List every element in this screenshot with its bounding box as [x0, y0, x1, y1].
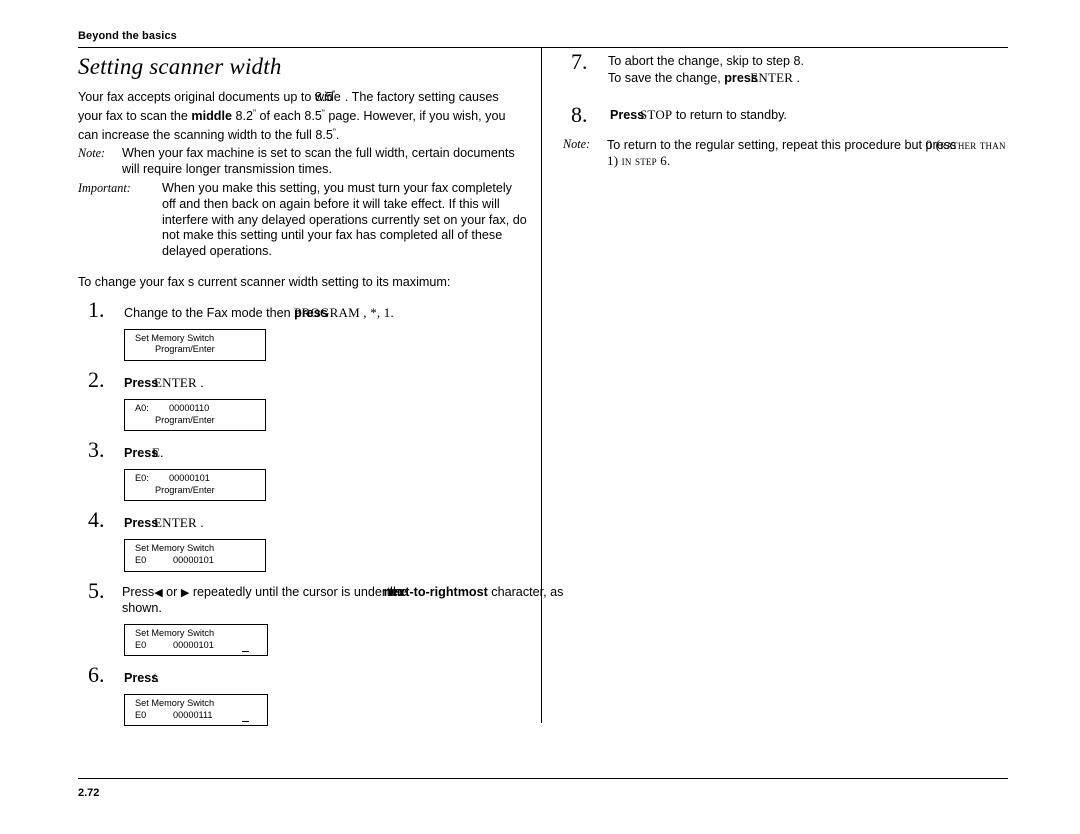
column-divider	[541, 48, 543, 723]
page-number: 2.72	[78, 787, 100, 799]
lcd-1-line2: Program/Enter	[155, 344, 215, 355]
page-title: Setting scanner width	[78, 54, 282, 79]
important-text: When you make this setting, you must tur…	[162, 180, 527, 259]
step-5-text: Press◀ or ▶ repeatedly until the cursor …	[122, 584, 564, 616]
intro-seg6: .	[335, 127, 340, 142]
right-note-label: Note:	[563, 136, 591, 151]
lcd-display-3: E0: 00000101 Program/Enter	[124, 469, 266, 502]
step-8-number: 8.	[571, 101, 588, 127]
lcd-5-value: 00000101	[173, 639, 214, 650]
header-rule	[78, 47, 1008, 49]
lcd-2-code: A0:	[135, 402, 149, 413]
step-7: 7. To abort the change, skip to step 8. …	[563, 49, 1011, 87]
right-note-block: Note: To return to the regular setting, …	[563, 137, 1011, 171]
step-4: 4. PressENTER .	[78, 509, 528, 532]
lcd-2-line2: Program/Enter	[155, 414, 215, 425]
step-1-number: 1.	[88, 296, 105, 322]
intro-seg4: of each 8.5	[256, 108, 322, 123]
running-head: Beyond the basics	[78, 30, 177, 42]
lcd-5-code: E0	[135, 639, 147, 650]
step-5: 5. Press◀ or ▶ repeatedly until the curs…	[78, 579, 563, 618]
note-text: When your fax machine is set to scan the…	[122, 146, 515, 177]
lcd-5-line2: E0 00000101	[125, 640, 267, 652]
step-1: 1. Change to the Fax mode then pressPROG…	[78, 298, 528, 322]
step-2-number: 2.	[88, 366, 105, 392]
lcd-5-cursor	[242, 651, 249, 653]
lcd-display-5: Set Memory Switch E0 00000101	[124, 624, 268, 657]
step-7-line2: To save the change, pressENTER .	[608, 69, 801, 85]
lcd-4-value: 00000101	[173, 554, 214, 565]
step-4-text: PressENTER .	[124, 515, 204, 531]
lcd-3-line1: E0: 00000101	[125, 473, 265, 485]
step-7-number: 7.	[571, 49, 588, 74]
note-label: Note:	[78, 146, 106, 161]
step-5-number: 5.	[88, 577, 105, 603]
right-note-text: To return to the regular setting, repeat…	[607, 136, 1006, 169]
right-column: 7. To abort the change, skip to step 8. …	[563, 49, 1011, 171]
lcd-display-1: Set Memory Switch Program/Enter	[124, 328, 266, 361]
step-8-line1: PressSTOP to return to standby.	[610, 106, 787, 122]
intro-seg3: 8.2	[232, 108, 254, 123]
lcd-3-value: 00000101	[169, 473, 210, 484]
intro-seg1: Your fax accepts original documents up t…	[78, 90, 315, 104]
step-4-key-enter: ENTER	[154, 515, 197, 531]
lcd-2-value: 00000110	[169, 402, 210, 413]
lcd-6-value: 00000111	[173, 709, 213, 720]
lcd-2-line1: A0: 00000110	[125, 403, 265, 415]
step-7-line1: To abort the change, skip to step 8.	[608, 54, 805, 68]
step-4-number: 4.	[88, 507, 105, 533]
lcd-6-line2: E0 00000111	[125, 710, 267, 722]
step-8: 8. PressSTOP to return to standby.	[563, 101, 1011, 127]
intro-paragraph: Your fax accepts original documents up t…	[78, 89, 506, 142]
lcd-display-4: Set Memory Switch E0 00000101	[124, 539, 266, 572]
lcd-6-line1: Set Memory Switch	[135, 698, 215, 709]
step-6-number: 6.	[88, 662, 105, 688]
lcd-5-line1: Set Memory Switch	[135, 628, 215, 639]
step-2: 2. PressENTER .	[78, 368, 528, 392]
important-label: Important:	[78, 180, 131, 195]
step-2-key-enter: ENTER	[154, 374, 197, 390]
step-3: 3. PressE.	[78, 439, 528, 462]
arrow-left-icon: ◀	[154, 586, 163, 599]
step-2-text: PressENTER .	[124, 374, 204, 390]
manual-page: Beyond the basics Setting scanner width …	[0, 0, 1080, 834]
step-3-number: 3.	[88, 437, 105, 463]
step-6: 6. Press/.	[78, 664, 528, 687]
lcd-4-code: E0	[135, 554, 147, 565]
lcd-4-line2: E0 00000101	[125, 555, 265, 567]
footer-rule	[78, 778, 1008, 780]
lcd-display-2: A0: 00000110 Program/Enter	[124, 398, 266, 432]
lcd-6-cursor	[242, 721, 249, 723]
step-6-text: Press/.	[124, 670, 160, 686]
lcd-display-6: Set Memory Switch E0 00000111	[124, 694, 268, 727]
left-column: Setting scanner width Your fax accepts o…	[78, 54, 563, 727]
step-1-text: Change to the Fax mode then pressPROGRAM…	[124, 304, 394, 320]
lcd-1-line1: Set Memory Switch	[135, 332, 215, 343]
lcd-3-code: E0:	[135, 473, 149, 484]
step-3-text: PressE.	[124, 445, 164, 461]
intro-bold-middle: middle	[191, 108, 232, 123]
lead-in-text: To change your fax s current scanner wid…	[78, 274, 451, 289]
lcd-4-line1: Set Memory Switch	[135, 543, 215, 554]
lcd-3-line2: Program/Enter	[155, 484, 215, 495]
important-block: Important: When you make this setting, y…	[78, 181, 528, 260]
note-block: Note: When your fax machine is set to sc…	[78, 146, 528, 178]
step-8-key-stop: STOP	[640, 106, 673, 122]
lcd-6-code: E0	[135, 709, 147, 720]
